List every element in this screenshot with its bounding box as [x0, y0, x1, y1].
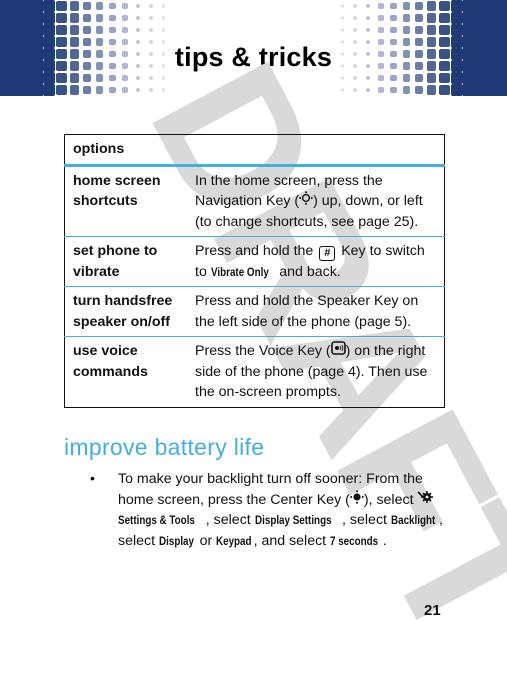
feature-description: In the home screen, press the Navigation… [187, 165, 445, 237]
tip-text: . [382, 532, 387, 549]
desc-text: Press and hold the [195, 243, 318, 259]
menu-item-display-settings: Display Settings [254, 513, 332, 527]
menu-item-7-seconds: 7 seconds [330, 533, 379, 548]
feature-description: Press and hold the # Key to switch to Vi… [187, 236, 445, 287]
tip-text: , and select [253, 532, 331, 549]
tip-text: or [195, 532, 217, 549]
list-item: • To make your backlight turn off sooner… [90, 469, 450, 551]
table-header: options [64, 134, 445, 167]
voice-key-icon [330, 341, 346, 362]
feature-label: use voice commands [73, 343, 148, 380]
table-row: set phone to vibrate Press and hold the … [64, 236, 445, 287]
menu-item-backlight: Backlight [390, 513, 436, 527]
feature-label: set phone to vibrate [64, 236, 187, 287]
table-row: use voice commands Press the Voice Key (… [65, 337, 445, 408]
feature-label: turn handsfree speaker on/off [64, 286, 187, 337]
navigation-key-icon [299, 191, 313, 212]
table-row: turn handsfree speaker on/off Press and … [64, 286, 445, 337]
options-table: options home screen shortcuts In the hom… [64, 134, 445, 408]
desc-text: Press the Voice Key ( [195, 343, 331, 359]
bullet-icon: • [90, 471, 95, 487]
tip-text: , select [205, 512, 255, 528]
menu-item-vibrate-only: Vibrate Only [210, 264, 269, 279]
desc-text: and back. [275, 263, 341, 280]
menu-item-display: Display [159, 533, 195, 548]
feature-description: Press and hold the Speaker Key on the le… [187, 286, 445, 337]
center-key-icon [350, 489, 364, 511]
tip-list: • To make your backlight turn off sooner… [90, 469, 450, 551]
table-row: home screen shortcuts In the home screen… [64, 165, 445, 237]
page-number: 21 [424, 602, 441, 619]
menu-item-keypad: Keypad [216, 533, 252, 548]
section-heading: improve battery life [64, 434, 265, 460]
menu-item-settings-tools: Settings & Tools [118, 513, 195, 527]
page-content: options home screen shortcuts In the hom… [0, 0, 507, 619]
table-header-row: options [64, 134, 445, 167]
tip-text: ), select [363, 491, 418, 508]
tip-text: , select [342, 512, 391, 528]
feature-label: home screen shortcuts [64, 165, 187, 237]
feature-description: Press the Voice Key () on the right side… [187, 337, 445, 408]
settings-tools-icon [417, 490, 434, 511]
pound-key-icon: # [319, 246, 336, 261]
